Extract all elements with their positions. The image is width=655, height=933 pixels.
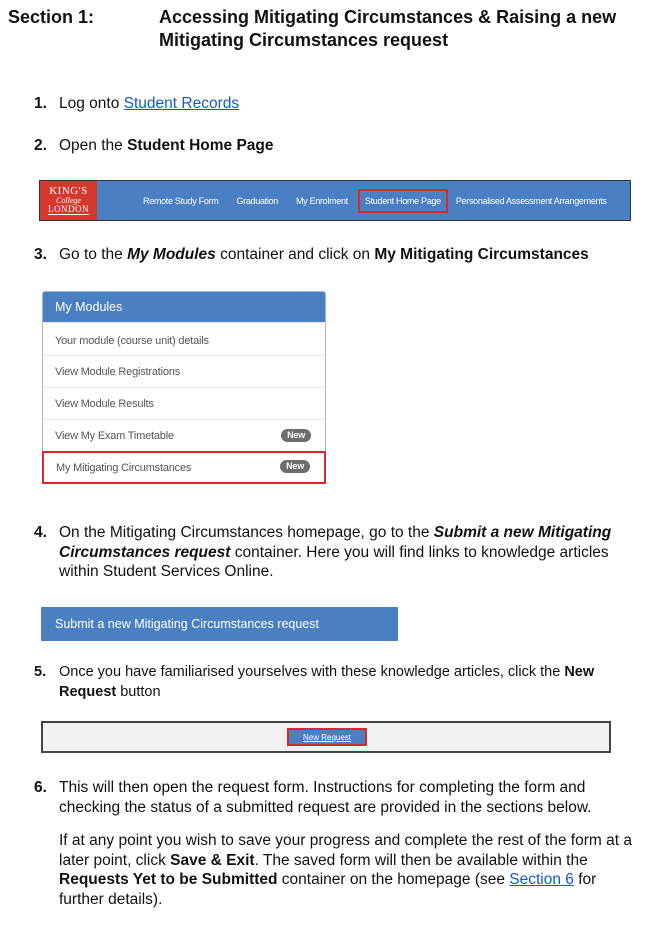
new-badge: New — [281, 429, 311, 442]
my-modules-panel: My Modules Your module (course unit) det… — [42, 291, 326, 484]
row-label: Your module (course unit) details — [55, 335, 209, 347]
step-bold: Student Home Page — [127, 137, 274, 154]
step-text: This will then open the request form. In… — [59, 779, 592, 816]
step-number: 4. — [34, 524, 47, 541]
view-module-registrations-link[interactable]: View Module Registrations — [43, 355, 325, 387]
step-number: 3. — [34, 246, 47, 263]
row-label: View My Exam Timetable — [55, 430, 174, 442]
step-6: 6. This will then open the request form.… — [34, 778, 634, 817]
para-text: container on the homepage (see — [277, 871, 510, 888]
row-label: My Mitigating Circumstances — [56, 462, 192, 474]
logo-line-3: LONDON — [48, 203, 89, 215]
step-text: Go to the — [59, 246, 128, 263]
step-text: Once you have familiarised yourselves wi… — [59, 664, 565, 680]
step-bold-italic: My Modules — [127, 246, 216, 263]
section-6-link[interactable]: Section 6 — [509, 871, 574, 888]
view-module-results-link[interactable]: View Module Results — [43, 387, 325, 419]
nav-student-home-page[interactable]: Student Home Page — [357, 188, 448, 213]
student-records-link[interactable]: Student Records — [124, 95, 239, 112]
row-label: View Module Registrations — [55, 366, 181, 378]
step-1: 1. Log onto Student Records — [34, 94, 239, 114]
nav-remote-study-form[interactable]: Remote Study Form — [143, 196, 219, 206]
requests-yet-bold: Requests Yet to be Submitted — [59, 871, 278, 888]
section-title: Accessing Mitigating Circumstances & Rai… — [159, 7, 617, 50]
step-number: 1. — [34, 95, 47, 112]
submit-new-request-container: Submit a new Mitigating Circumstances re… — [41, 607, 398, 641]
step-2: 2. Open the Student Home Page — [34, 136, 274, 156]
step-text: On the Mitigating Circumstances homepage… — [59, 524, 434, 541]
new-badge: New — [280, 460, 310, 473]
save-exit-bold: Save & Exit — [170, 851, 255, 869]
step-text: container and click on — [215, 246, 375, 263]
step-number: 6. — [34, 779, 47, 796]
step-5: 5. Once you have familiarised yourselves… — [34, 663, 634, 702]
step-number: 2. — [34, 137, 47, 154]
kings-college-logo[interactable]: KING'S College LONDON — [40, 181, 97, 220]
logo-line-1: KING'S — [49, 184, 88, 197]
my-mitigating-circumstances-link[interactable]: My Mitigating Circumstances New — [42, 451, 326, 484]
step-bold: My Mitigating Circumstances — [374, 246, 589, 263]
nav-graduation[interactable]: Graduation — [236, 196, 278, 206]
nav-my-enrolment[interactable]: My Enrolment — [296, 196, 348, 206]
panel-title: My Modules — [43, 292, 325, 322]
step-text: button — [116, 683, 161, 700]
view-exam-timetable-link[interactable]: View My Exam Timetable New — [43, 419, 325, 451]
row-label: View Module Results — [55, 398, 154, 410]
student-records-navbar: KING'S College LONDON Remote Study Form … — [39, 180, 631, 221]
module-details-link[interactable]: Your module (course unit) details — [43, 322, 325, 355]
new-request-bar: New Request — [41, 721, 611, 753]
step-text: Open the — [59, 137, 128, 154]
step-4: 4. On the Mitigating Circumstances homep… — [34, 523, 624, 582]
save-exit-paragraph: If at any point you wish to save your pr… — [59, 831, 639, 909]
new-request-button[interactable]: New Request — [287, 728, 367, 746]
para-text: . The saved form will then be available … — [254, 851, 588, 869]
step-3: 3. Go to the My Modules container and cli… — [34, 245, 589, 265]
section-number: Section 1: — [8, 7, 95, 27]
step-text: Log onto — [59, 95, 124, 112]
nav-personalised-assessment-arrangements[interactable]: Personalised Assessment Arrangements — [456, 196, 607, 206]
step-number: 5. — [34, 664, 47, 680]
